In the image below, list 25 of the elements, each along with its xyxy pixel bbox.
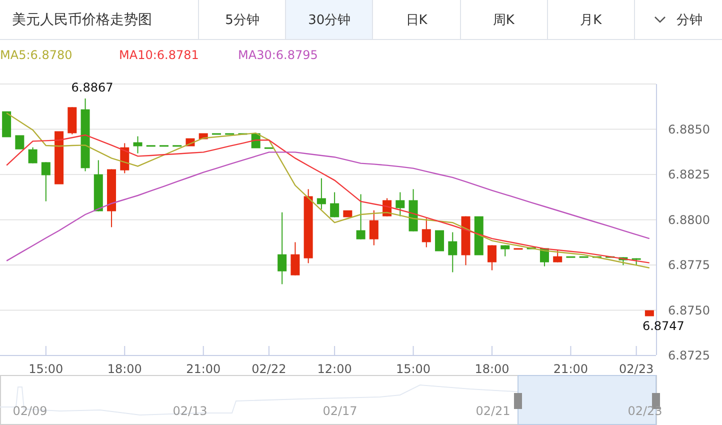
price-annotation: 6.8867: [71, 80, 114, 94]
navigator-date: 02/21: [476, 404, 510, 418]
x-axis-label: 12:00: [317, 362, 352, 375]
y-axis-label: 6.8750: [668, 303, 710, 318]
y-axis-label: 6.8850: [668, 122, 710, 136]
navigator-date: 02/09: [12, 404, 48, 418]
y-axis-label: 6.8825: [668, 168, 710, 182]
legend-label: MA5:6.8780: [0, 48, 74, 62]
x-axis-label: 02/23: [619, 362, 654, 375]
x-axis-label: 18:00: [474, 362, 510, 375]
navigator-date: 02/17: [322, 404, 358, 418]
x-axis-label: 21:00: [186, 362, 221, 375]
y-axis-label: 6.8775: [668, 258, 710, 272]
x-axis-label: 02/22: [252, 362, 286, 375]
navigator-date: 02/23: [628, 404, 662, 418]
price-annotation: 6.8747: [642, 319, 684, 334]
navigator-date: 02/13: [172, 404, 208, 418]
y-axis-label: 6.8800: [668, 212, 710, 227]
legend-label: MA10:6.8781: [119, 48, 200, 62]
x-axis-label: 18:00: [107, 362, 142, 375]
legend-label: MA30:6.8795: [238, 48, 319, 62]
x-axis-label: 21:00: [553, 362, 588, 375]
x-axis-label: 15:00: [396, 362, 431, 375]
x-axis-label: 15:00: [28, 362, 64, 375]
y-axis-label: 6.8725: [668, 348, 710, 362]
